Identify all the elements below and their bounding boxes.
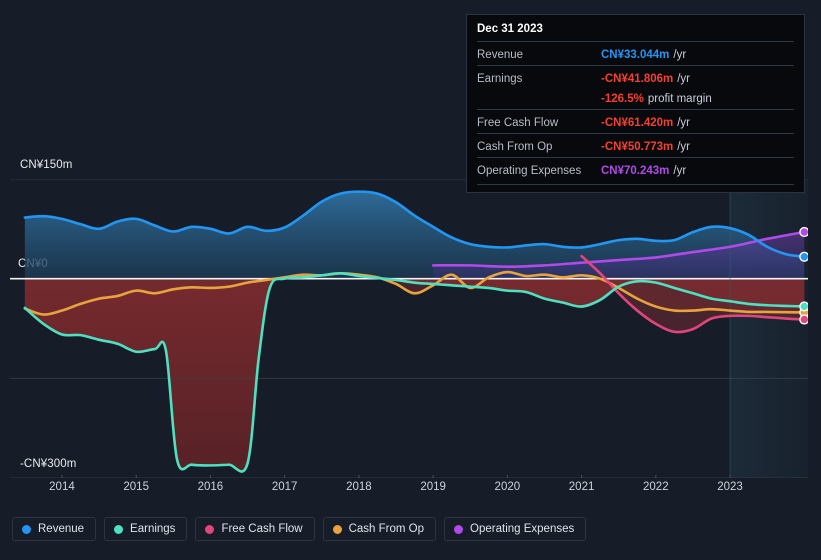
legend-item-label: Free Cash Flow: [221, 523, 303, 535]
legend-item-free-cash-flow[interactable]: Free Cash Flow: [195, 517, 315, 541]
tooltip-rows: Revenue CN¥33.044m/yr Earnings -CN¥41.806m /…: [477, 41, 794, 181]
tooltip-row: Cash From Op -CN¥50.773m/yr: [477, 133, 794, 157]
tooltip-row-value: -CN¥41.806m: [601, 73, 674, 85]
x-axis: 2014 2015 2016 2017 2018 2019 2020 2021 2022 2023: [10, 481, 808, 503]
x-axis-tick-2018: 2018: [346, 481, 372, 493]
tooltip-row-value: -CN¥61.420m: [601, 117, 674, 129]
legend-color-dot-icon: [22, 524, 31, 534]
tooltip-row-value-wrap: -CN¥50.773m/yr: [601, 137, 690, 155]
x-axis-tick-2020: 2020: [494, 481, 521, 493]
tooltip-row-unit: profit margin: [647, 93, 712, 105]
x-axis-tick-2014: 2014: [49, 481, 75, 493]
legend-item-label: Earnings: [130, 523, 176, 535]
endpoint-marker-free-cash-flow: [799, 314, 808, 325]
tooltip-row-unit: /yr: [677, 141, 691, 153]
endpoint-marker-revenue: [799, 251, 808, 262]
forecast-band: [730, 179, 808, 478]
legend-item-label: Operating Expenses: [470, 523, 575, 535]
tooltip-row-value-wrap: CN¥70.243m/yr: [601, 161, 686, 179]
tooltip-row-value-wrap: -CN¥41.806m/yr: [601, 69, 690, 87]
tooltip-row-value-wrap: CN¥33.044m/yr: [601, 45, 686, 63]
legend-color-dot-icon: [114, 524, 124, 534]
legend-color-dot-icon: [205, 524, 215, 534]
tooltip-row-value-wrap: -126.5% profit margin: [601, 89, 712, 107]
legend-item-earnings[interactable]: Earnings: [104, 517, 188, 541]
tooltip-row-label: Operating Expenses: [477, 165, 582, 177]
chart-svg: [10, 179, 808, 478]
tooltip-row-value: -126.5%: [601, 93, 644, 105]
tooltip-row-value: CN¥33.044m: [601, 49, 670, 61]
financial-chart-widget: CN¥150m CN¥0 -CN¥300m 201420152016201720…: [0, 0, 821, 560]
x-axis-tick-2015: 2015: [123, 481, 149, 493]
legend-color-dot-icon: [454, 524, 464, 534]
x-axis-tick-2019: 2019: [420, 481, 446, 493]
tooltip-row-unit: /yr: [677, 117, 691, 129]
tooltip-row-label: Free Cash Flow: [477, 117, 559, 129]
legend-color-dot-icon: [332, 524, 342, 534]
tooltip-row: -126.5% profit margin: [477, 89, 794, 109]
tooltip-date: Dec 31 2023: [477, 23, 543, 35]
tooltip-row-value: CN¥70.243m: [601, 165, 670, 177]
legend-item-label: Cash From Op: [348, 523, 425, 535]
tooltip-row-value: -CN¥50.773m: [601, 141, 674, 153]
tooltip-row-label: Revenue: [477, 49, 524, 61]
x-axis-tick-2016: 2016: [197, 481, 224, 493]
tooltip-footer-divider: [477, 184, 794, 186]
chart-legend: Revenue Earnings Free Cash Flow Cash From O…: [12, 517, 587, 541]
x-axis-tick-2022: 2022: [643, 481, 669, 493]
tooltip-row-label: Earnings: [477, 73, 523, 85]
x-axis-tick-2023: 2023: [717, 481, 743, 493]
endpoint-marker-earnings: [799, 301, 808, 312]
tooltip-row-value-wrap: -CN¥61.420m/yr: [601, 113, 690, 131]
tooltip-row: Operating Expenses CN¥70.243m/yr: [477, 157, 794, 181]
endpoint-marker-operating-expenses: [799, 226, 808, 238]
tooltip-row: Earnings -CN¥41.806m/yr: [477, 65, 794, 89]
legend-item-cash-from-op[interactable]: Cash From Op: [322, 517, 437, 541]
tooltip-row-unit: /yr: [677, 73, 691, 85]
tooltip-row: Revenue CN¥33.044m/yr: [477, 41, 794, 65]
tooltip-row: Free Cash Flow -CN¥61.420m/yr: [477, 109, 794, 133]
x-axis-tick-2021: 2021: [568, 481, 595, 493]
legend-item-label: Revenue: [38, 523, 85, 535]
legend-item-revenue[interactable]: Revenue: [12, 517, 97, 541]
tooltip-row-label: Cash From Op: [477, 141, 553, 153]
x-axis-tick-2017: 2017: [271, 481, 298, 493]
tooltip-row-unit: /yr: [673, 165, 687, 177]
tooltip-row-unit: /yr: [673, 49, 687, 61]
chart-plot-area[interactable]: [10, 179, 808, 478]
legend-item-operating-expenses[interactable]: Operating Expenses: [444, 517, 587, 541]
y-axis-label-top: CN¥150m: [20, 159, 73, 171]
data-tooltip: Dec 31 2023 Revenue CN¥33.044m/yr Earnings…: [466, 14, 805, 193]
